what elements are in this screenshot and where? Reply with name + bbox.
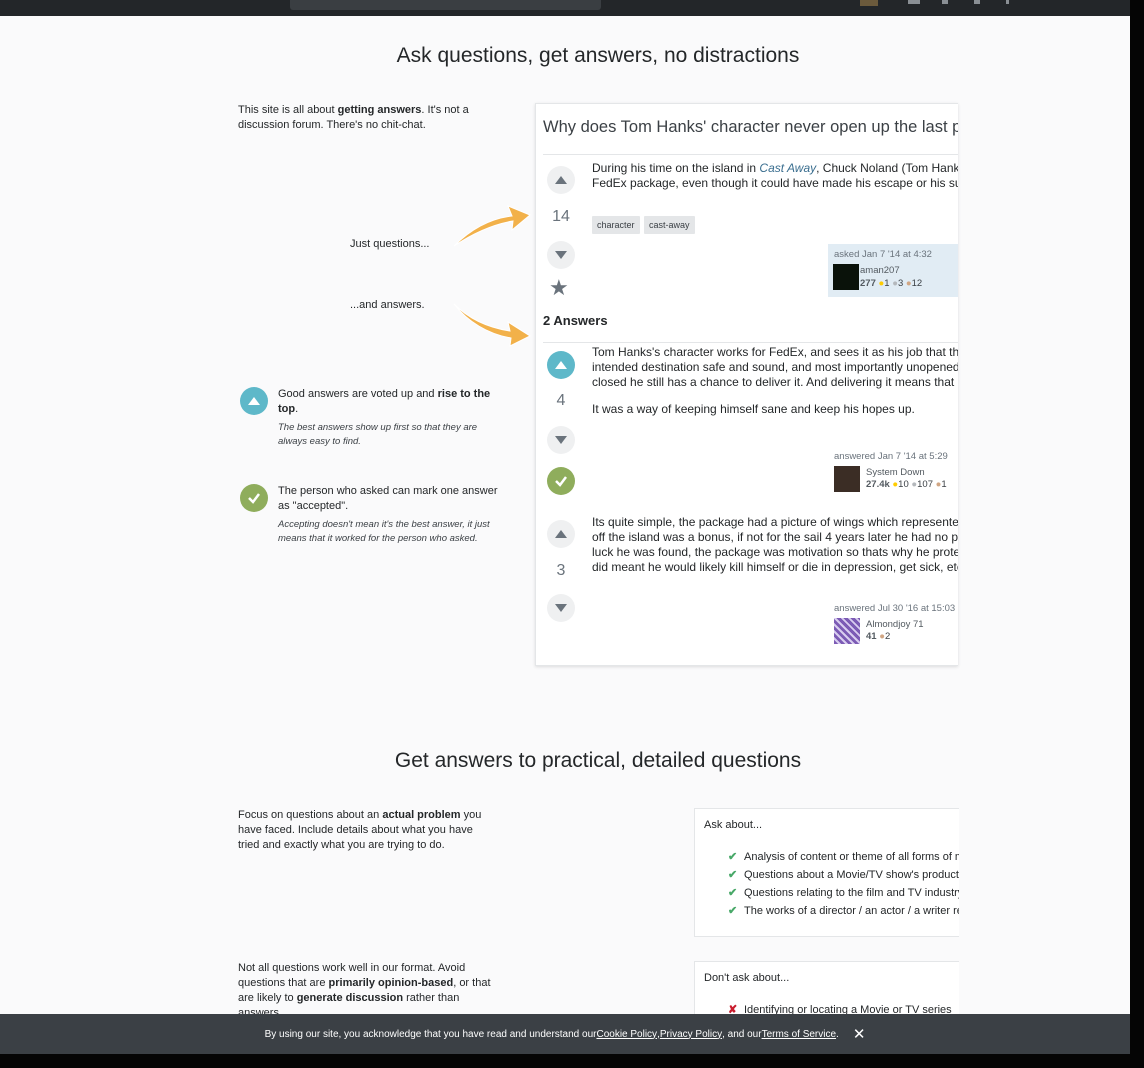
question-title[interactable]: Why does Tom Hanks' character never open…: [543, 118, 958, 137]
asker-name[interactable]: aman207: [860, 265, 900, 276]
check-icon: ✔: [728, 887, 738, 899]
window-edge: [1130, 0, 1144, 1068]
question-body: During his time on the island in Cast Aw…: [592, 161, 958, 190]
user-avatar[interactable]: [860, 0, 878, 6]
check-icon: ✔: [728, 905, 738, 917]
privacy-policy-link[interactable]: Privacy Policy: [660, 1029, 722, 1040]
answer1-avatar[interactable]: [834, 466, 860, 492]
answer1-downvote-button[interactable]: [547, 426, 575, 454]
arrow-to-question-icon: [453, 205, 531, 247]
answer2-body: Its quite simple, the package had a pict…: [592, 515, 958, 574]
question-vote-count: 14: [552, 208, 570, 225]
list-item: ✔ Analysis of content or theme of all for…: [728, 848, 959, 866]
list-item: ✔ Questions about a Movie/TV show's produ…: [728, 866, 959, 884]
question-asker-card: asked Jan 7 '14 at 4:32 aman207 277 ●1 ●…: [828, 244, 958, 297]
close-icon[interactable]: ✕: [853, 1025, 866, 1043]
answer2-user-card: answered Jul 30 '16 at 15:03 Almondjoy 7…: [834, 603, 956, 644]
tag-cast-away[interactable]: cast-away: [644, 216, 695, 234]
help-icon[interactable]: [974, 0, 980, 4]
favorite-star-icon[interactable]: ★: [549, 277, 569, 299]
example-question-card: Why does Tom Hanks' character never open…: [535, 103, 958, 666]
check-icon: ✔: [728, 851, 738, 863]
list-item: ✔ The works of a director / an actor / a …: [728, 902, 959, 920]
answer2-user-name[interactable]: Almondjoy 71: [866, 619, 924, 630]
inbox-icon[interactable]: [908, 0, 920, 4]
caption-and-answers: ...and answers.: [350, 299, 425, 311]
question-upvote-button[interactable]: [547, 166, 575, 194]
caption-just-questions: Just questions...: [350, 238, 430, 250]
site-switcher-icon[interactable]: [1006, 0, 1009, 4]
question-downvote-button[interactable]: [547, 241, 575, 269]
avoid-text: Not all questions work well in our forma…: [238, 962, 491, 1019]
answer1-user-name[interactable]: System Down: [866, 467, 925, 478]
asker-avatar[interactable]: [833, 264, 859, 290]
dont-ask-box: Don't ask about... ✘ Identifying or locat…: [694, 961, 959, 1021]
ask-about-list: ✔ Analysis of content or theme of all for…: [728, 848, 959, 920]
answer2-upvote-button[interactable]: [547, 520, 575, 548]
cookie-policy-link[interactable]: Cookie Policy: [596, 1029, 657, 1040]
intro-text: This site is all about getting answers. …: [238, 104, 469, 131]
asker-reputation: 277 ●1 ●3 ●12: [860, 278, 923, 289]
answers-heading: 2 Answers: [543, 313, 608, 328]
terms-of-service-link[interactable]: Terms of Service: [762, 1029, 836, 1040]
answer1-accepted-icon: [547, 467, 575, 495]
arrow-to-answers-icon: [453, 303, 532, 347]
answer1-user-card: answered Jan 7 '14 at 5:29 System Down 2…: [834, 451, 948, 492]
section-title-practical: Get answers to practical, detailed quest…: [394, 749, 802, 772]
search-input[interactable]: [290, 0, 601, 10]
answer1-body: Tom Hanks's character works for FedEx, a…: [592, 345, 958, 416]
list-item: ✔ Questions relating to the film and TV i…: [728, 884, 959, 902]
answer2-vote-count: 3: [556, 562, 566, 579]
focus-text: Focus on questions about an actual probl…: [238, 809, 482, 851]
accepted-check-icon: [240, 484, 268, 512]
answer2-downvote-button[interactable]: [547, 594, 575, 622]
ask-about-box: Ask about... ✔ Analysis of content or the…: [694, 808, 959, 937]
window-edge-bottom: [0, 1054, 1144, 1068]
answer1-vote-count: 4: [556, 392, 566, 409]
achievements-icon[interactable]: [942, 0, 948, 4]
answer2-avatar[interactable]: [834, 618, 860, 644]
check-icon: ✔: [728, 869, 738, 881]
cookie-banner: By using our site, you acknowledge that …: [0, 1014, 1130, 1054]
feature-accepted: The person who asked can mark one answer…: [240, 484, 500, 546]
feature-voting: Good answers are voted up and rise to th…: [240, 387, 500, 449]
upvote-badge-icon: [240, 387, 268, 415]
tag-character[interactable]: character: [592, 216, 640, 234]
top-bar: [0, 0, 1130, 16]
section-title-no-distractions: Ask questions, get answers, no distracti…: [396, 44, 800, 67]
answer1-upvote-button[interactable]: [547, 351, 575, 379]
